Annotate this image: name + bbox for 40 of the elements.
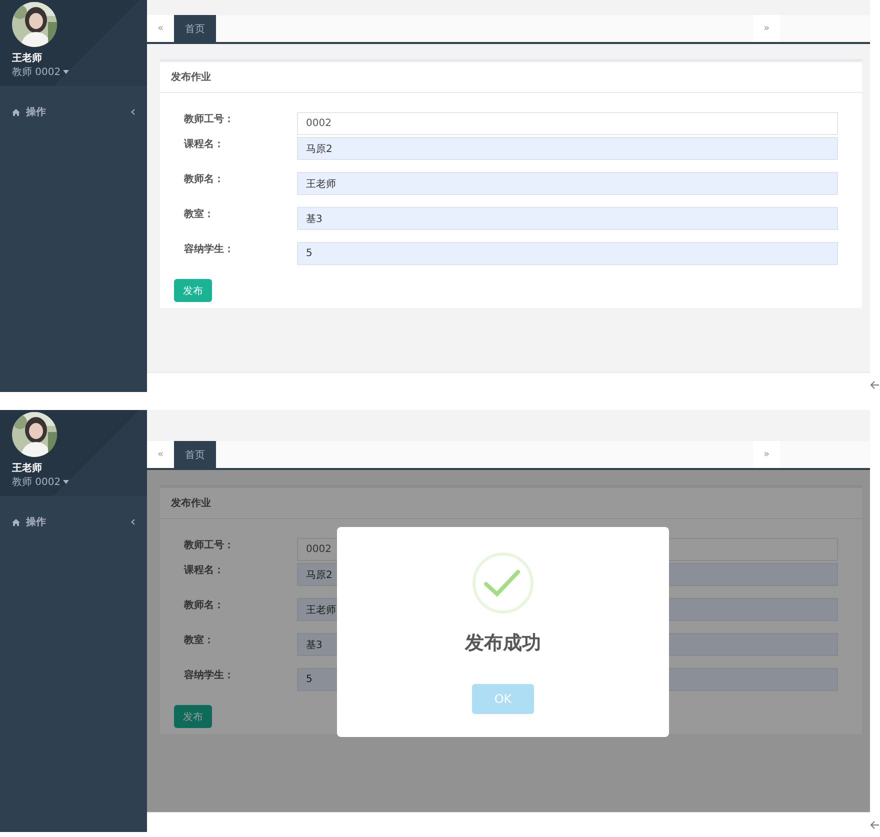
home-icon xyxy=(12,518,20,526)
back-arrow-icon[interactable] xyxy=(870,820,880,830)
input-field[interactable]: 王老师 xyxy=(297,172,838,195)
field-label: 容纳学生： xyxy=(184,668,235,682)
menu-item[interactable]: 操作 xyxy=(0,508,147,536)
field-label: 课程名： xyxy=(184,564,225,577)
submit-button[interactable]: 发布 xyxy=(174,279,212,302)
chevron-left-icon xyxy=(131,109,135,115)
caret-icon xyxy=(62,480,69,484)
user-role-dropdown[interactable]: 教师 0002 xyxy=(12,65,147,79)
field-label: 教师工号： xyxy=(184,112,235,126)
field-label: 教室： xyxy=(184,633,215,647)
menu-item[interactable]: 操作 xyxy=(0,98,147,126)
check-icon xyxy=(472,552,534,614)
caret-icon xyxy=(62,70,69,74)
field-label: 容纳学生： xyxy=(184,242,235,256)
dialog-title: 发布成功 xyxy=(465,631,541,656)
scroll-right-button[interactable]: » xyxy=(753,441,780,468)
tab[interactable]: 首页 xyxy=(174,441,216,468)
input-field[interactable]: 5 xyxy=(297,242,838,265)
user-name: 王老师 xyxy=(12,52,43,65)
chevron-left-icon xyxy=(131,519,135,525)
home-icon xyxy=(12,108,20,116)
user-name: 王老师 xyxy=(12,462,43,475)
back-arrow-icon[interactable] xyxy=(870,380,880,390)
user-role-dropdown[interactable]: 教师 0002 xyxy=(12,475,147,489)
field-label: 课程名： xyxy=(184,138,225,151)
input-field[interactable]: 0002 xyxy=(297,112,838,135)
tab[interactable]: 首页 xyxy=(174,15,216,42)
input-field[interactable]: 基3 xyxy=(297,207,838,230)
scroll-right-button[interactable]: » xyxy=(753,15,780,42)
panel-title: 发布作业 xyxy=(160,62,862,93)
scroll-left-button[interactable]: « xyxy=(147,441,174,468)
input-field[interactable]: 马原2 xyxy=(297,137,838,160)
field-label: 教师工号： xyxy=(184,538,235,552)
scroll-left-button[interactable]: « xyxy=(147,15,174,42)
field-label: 教师名： xyxy=(184,172,225,186)
field-label: 教师名： xyxy=(184,598,225,612)
field-label: 教室： xyxy=(184,207,215,221)
panel-title: 发布作业 xyxy=(160,488,862,519)
